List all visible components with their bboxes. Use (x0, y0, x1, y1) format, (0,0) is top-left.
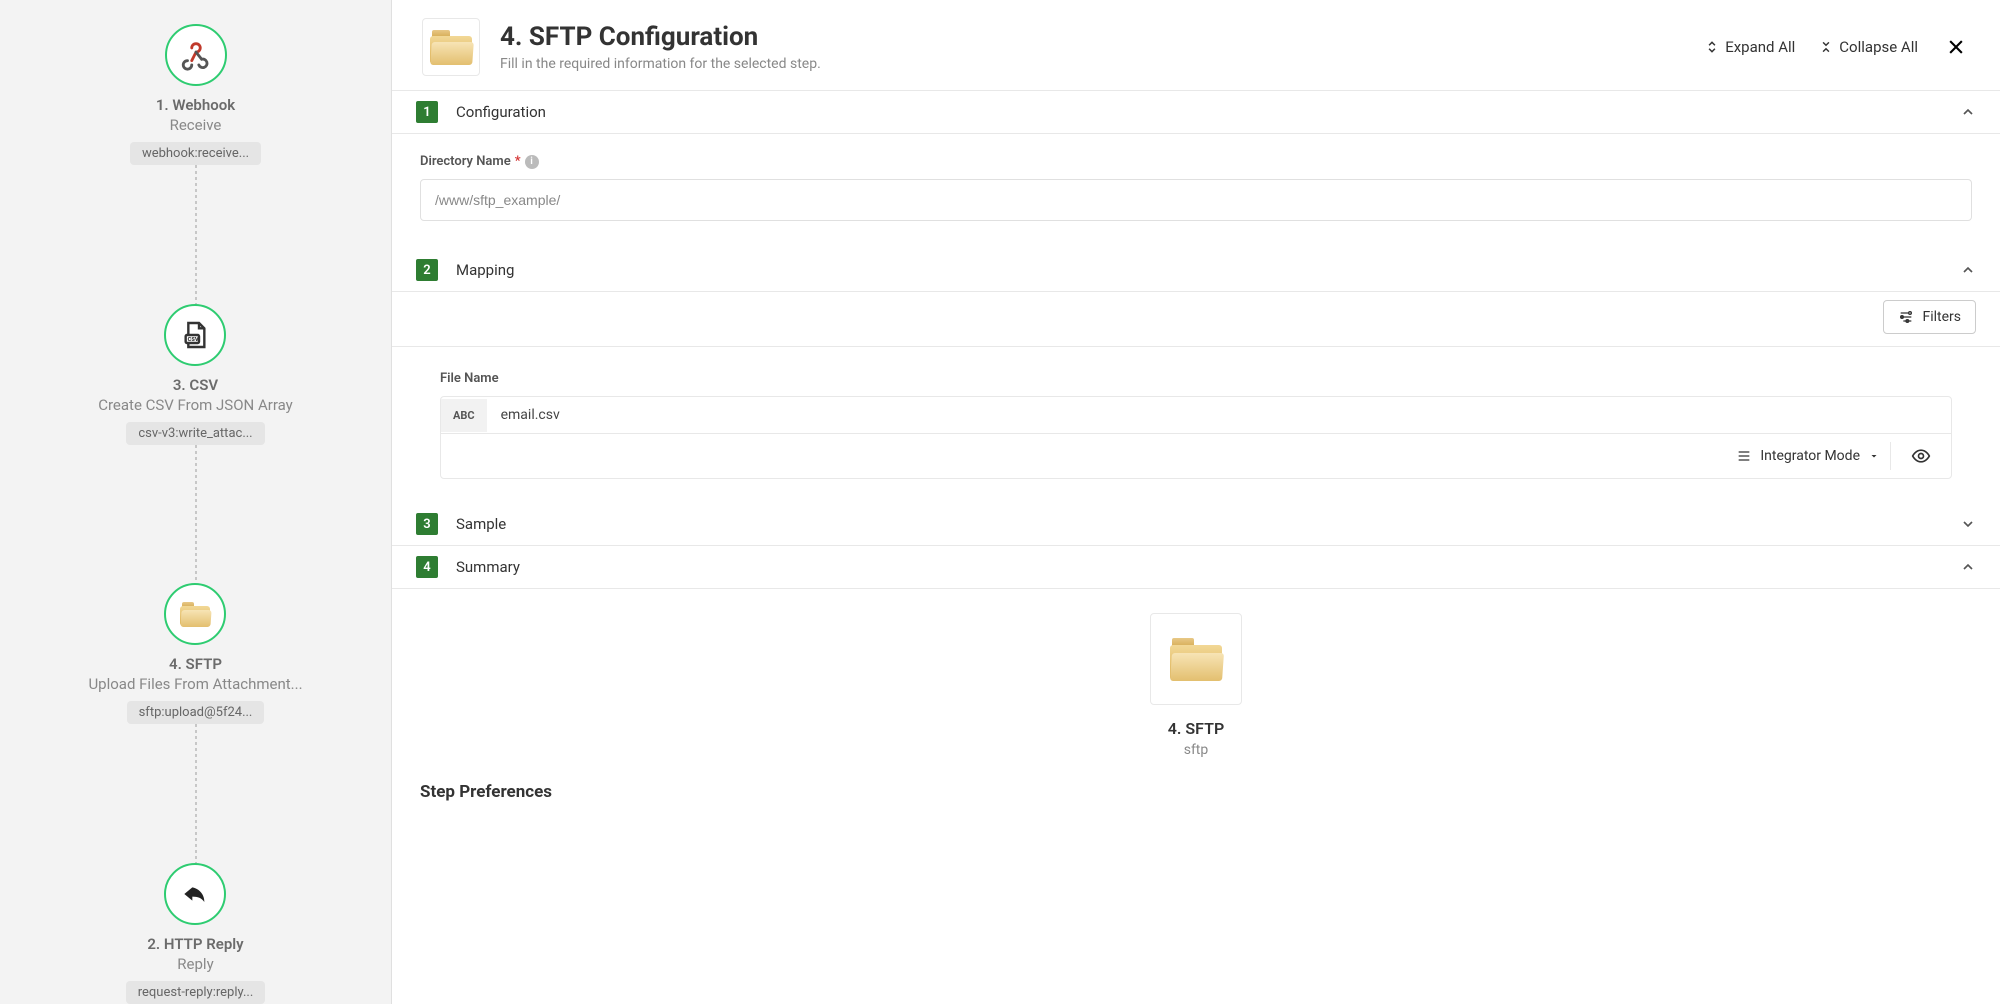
expand-all-button[interactable]: Expand All (1705, 38, 1795, 56)
main-panel: 4. SFTP Configuration Fill in the requir… (392, 0, 2000, 1004)
node-subtitle: Receive (170, 116, 222, 134)
required-marker: * (515, 154, 521, 169)
chevron-up-icon (1960, 104, 1976, 120)
section-number: 3 (416, 513, 438, 535)
flow-node-reply[interactable]: 2. HTTP Reply Reply request-reply:reply.… (126, 863, 266, 1004)
flow-sidebar: 1. Webhook Receive webhook:receive... CS… (0, 0, 392, 1004)
chevron-down-icon (1960, 516, 1976, 532)
flow-node-sftp[interactable]: 4. SFTP Upload Files From Attachment... … (88, 583, 302, 724)
mode-label: Integrator Mode (1760, 448, 1860, 464)
eye-icon (1911, 446, 1931, 466)
collapse-icon (1819, 40, 1833, 54)
type-badge: ABC (441, 399, 487, 432)
panel-header: 4. SFTP Configuration Fill in the requir… (392, 0, 2000, 91)
folder-icon (164, 583, 226, 645)
summary-title: 4. SFTP (1168, 719, 1224, 738)
flow-connector (195, 445, 197, 584)
reply-icon (164, 863, 226, 925)
section-header-summary[interactable]: 4 Summary (392, 546, 2000, 589)
node-subtitle: Upload Files From Attachment... (88, 675, 302, 693)
summary-body: 4. SFTP sftp (392, 589, 2000, 762)
file-name-row: ABC email.csv Integrator Mode (440, 396, 1952, 479)
section-number: 2 (416, 259, 438, 281)
webhook-icon (165, 24, 227, 86)
expand-icon (1705, 40, 1719, 54)
flow-connector (195, 724, 197, 863)
node-title: 3. CSV (173, 376, 218, 394)
file-name-value[interactable]: email.csv (487, 397, 574, 433)
header-folder-icon (422, 18, 480, 76)
chevron-up-icon (1960, 262, 1976, 278)
section-header-mapping[interactable]: 2 Mapping (392, 249, 2000, 292)
close-button[interactable] (1942, 33, 1970, 61)
mapping-body: Filters File Name ABC email.csv Integrat… (392, 292, 2000, 503)
chevron-up-icon (1960, 559, 1976, 575)
expand-all-label: Expand All (1725, 38, 1795, 56)
close-icon (1946, 37, 1966, 57)
integrator-mode-button[interactable]: Integrator Mode (1726, 442, 1891, 470)
step-preferences-heading: Step Preferences (392, 762, 2000, 822)
section-number: 1 (416, 101, 438, 123)
flow-connector (195, 165, 197, 304)
file-name-label: File Name (440, 371, 1952, 386)
node-chip: request-reply:reply... (126, 981, 266, 1004)
section-title: Mapping (456, 261, 514, 279)
collapse-all-label: Collapse All (1839, 38, 1918, 56)
page-title: 4. SFTP Configuration (500, 22, 821, 52)
node-title: 4. SFTP (169, 655, 222, 673)
flow-node-webhook[interactable]: 1. Webhook Receive webhook:receive... (130, 24, 261, 165)
filters-button[interactable]: Filters (1883, 300, 1976, 334)
info-icon[interactable]: i (525, 155, 539, 169)
node-subtitle: Create CSV From JSON Array (98, 396, 293, 414)
section-header-configuration[interactable]: 1 Configuration (392, 91, 2000, 134)
section-number: 4 (416, 556, 438, 578)
section-title: Sample (456, 515, 506, 533)
page-subtitle: Fill in the required information for the… (500, 56, 821, 72)
node-chip: csv-v3:write_attac... (126, 422, 264, 445)
section-header-sample[interactable]: 3 Sample (392, 503, 2000, 546)
directory-name-input[interactable] (420, 179, 1972, 221)
csv-icon: CSV (164, 304, 226, 366)
summary-subtitle: sftp (1184, 742, 1209, 758)
collapse-all-button[interactable]: Collapse All (1819, 38, 1918, 56)
chevron-down-icon (1868, 450, 1880, 462)
section-title: Configuration (456, 103, 546, 121)
node-title: 2. HTTP Reply (147, 935, 243, 953)
section-title: Summary (456, 558, 520, 576)
node-chip: webhook:receive... (130, 142, 261, 165)
filters-label: Filters (1922, 309, 1961, 325)
list-icon (1736, 448, 1752, 464)
node-chip: sftp:upload@5f24... (127, 701, 265, 724)
svg-text:CSV: CSV (188, 337, 199, 343)
summary-folder-icon (1150, 613, 1242, 705)
configuration-body: Directory Name* i (392, 134, 2000, 249)
node-title: 1. Webhook (156, 96, 235, 114)
filters-icon (1898, 309, 1914, 325)
directory-name-label: Directory Name* i (420, 154, 1972, 169)
preview-button[interactable] (1901, 440, 1941, 472)
flow-node-csv[interactable]: CSV 3. CSV Create CSV From JSON Array cs… (98, 304, 293, 445)
node-subtitle: Reply (177, 955, 213, 973)
